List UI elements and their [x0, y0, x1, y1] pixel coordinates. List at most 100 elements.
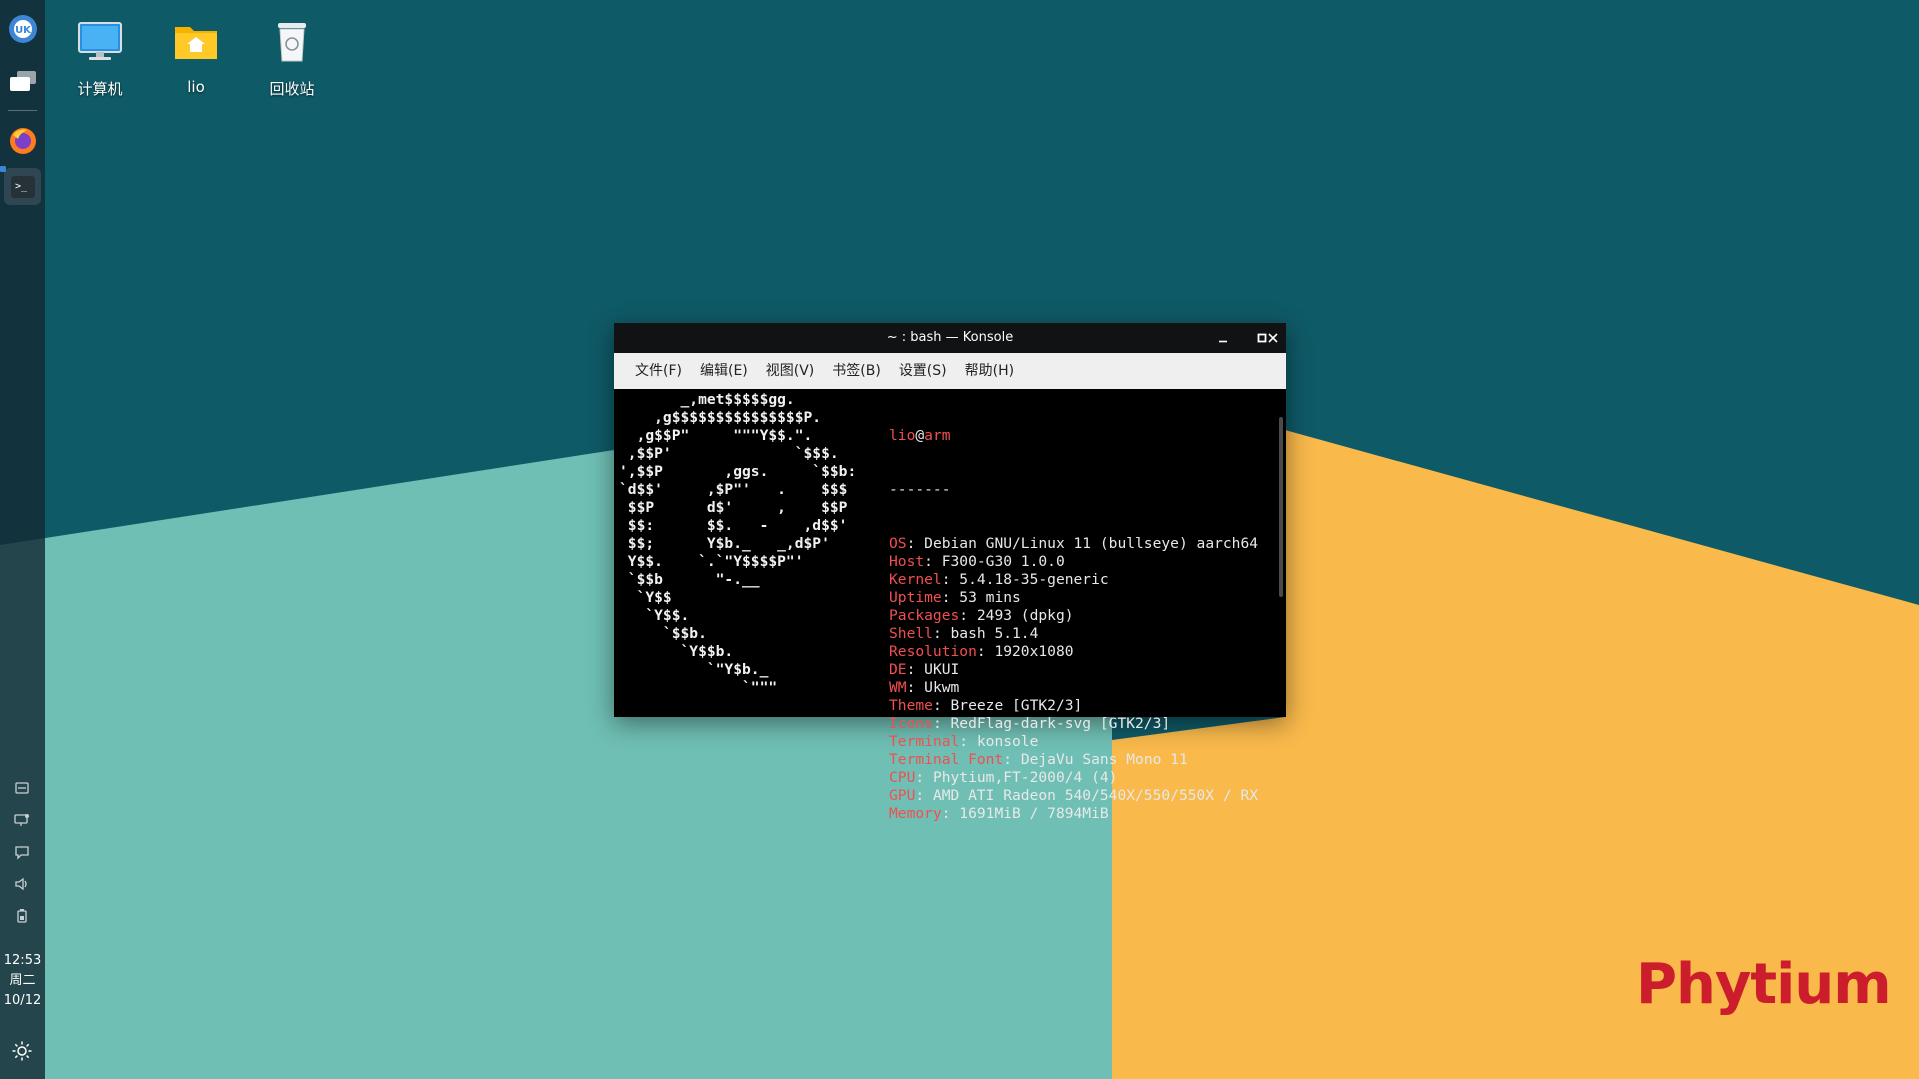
desktop-icon-label: 回收站: [269, 80, 315, 98]
computer-icon: [78, 22, 122, 60]
ascii-line: ,$$P' `$$$.: [619, 445, 839, 462]
trash-icon: [278, 23, 306, 62]
input-method-icon: [15, 782, 29, 794]
info-line: CPU: Phytium,FT-2000/4 (4): [889, 769, 1118, 786]
konsole-taskbar-item[interactable]: >_: [4, 168, 41, 205]
neofetch-info: lio@arm ------- OS: Debian GNU/Linux 11 …: [889, 391, 1258, 823]
close-button[interactable]: [1263, 328, 1283, 348]
at-sign: @: [915, 427, 925, 444]
info-key: Host: [889, 553, 925, 570]
info-value: DejaVu Sans Mono 11: [1020, 751, 1188, 768]
info-value: F300-G30 1.0.0: [941, 553, 1065, 570]
ascii-line: `Y$$.: [619, 607, 690, 624]
ascii-line: `d$$' ,$P"' . $$$: [619, 481, 848, 498]
multitask-view-button[interactable]: [4, 62, 41, 99]
info-line: Packages: 2493 (dpkg): [889, 607, 1074, 624]
info-key: CPU: [889, 769, 916, 786]
window-titlebar[interactable]: ~ : bash — Konsole: [614, 323, 1286, 353]
user-host-line: lio@arm: [889, 427, 1258, 445]
ascii-line: `""": [619, 679, 778, 696]
menu-file[interactable]: 文件(F): [626, 353, 691, 389]
user-name: lio: [889, 427, 916, 444]
ascii-line: `Y$$b.: [619, 643, 734, 660]
info-line: OS: Debian GNU/Linux 11 (bullseye) aarch…: [889, 535, 1259, 552]
info-value: 1691MiB / 7894MiB: [959, 805, 1109, 822]
terminal-scrollbar[interactable]: [1279, 417, 1283, 597]
notification-icon: [15, 846, 29, 860]
battery-button[interactable]: [12, 906, 32, 926]
input-method-button[interactable]: [12, 778, 32, 798]
info-key: Resolution: [889, 643, 977, 660]
clock-weekday: 周二: [9, 973, 36, 988]
panel-clock[interactable]: 12:53 周二 10/12: [0, 951, 45, 1011]
info-line: Terminal Font: DejaVu Sans Mono 11: [889, 751, 1188, 768]
info-value: bash 5.1.4: [950, 625, 1039, 642]
volume-button[interactable]: [12, 874, 32, 894]
info-line: Terminal: konsole: [889, 733, 1039, 750]
clock-date: 10/12: [3, 993, 42, 1008]
menu-edit[interactable]: 编辑(E): [691, 353, 757, 389]
debian-ascii-logo: _,met$$$$$gg. ,g$$$$$$$$$$$$$$$P. ,g$$P"…: [619, 391, 856, 697]
konsole-taskbar-icon: >_: [10, 175, 35, 198]
menu-settings[interactable]: 设置(S): [890, 353, 956, 389]
info-value: Breeze [GTK2/3]: [950, 697, 1083, 714]
info-value: Ukwm: [924, 679, 960, 696]
info-line: WM: Ukwm: [889, 679, 960, 696]
firefox-launcher[interactable]: [4, 122, 41, 159]
info-line: DE: UKUI: [889, 661, 960, 678]
info-value: 53 mins: [959, 589, 1021, 606]
info-line: Host: F300-G30 1.0.0: [889, 553, 1065, 570]
panel-separator: [8, 110, 37, 111]
info-value: Phytium,FT-2000/4 (4): [932, 769, 1118, 786]
info-key: OS: [889, 535, 907, 552]
ascii-line: `"Y$b._: [619, 661, 769, 678]
start-menu-icon: UK: [8, 14, 37, 43]
desktop-icon-computer[interactable]: 计算机: [58, 14, 142, 99]
info-key: Terminal Font: [889, 751, 1004, 768]
konsole-window[interactable]: ~ : bash — Konsole 文件(F) 编辑(E) 视图(V) 书签(…: [614, 323, 1286, 822]
info-key: Terminal: [889, 733, 960, 750]
window-menubar: 文件(F) 编辑(E) 视图(V) 书签(B) 设置(S) 帮助(H): [614, 353, 1286, 389]
multitask-view-icon: [9, 70, 36, 91]
info-line: Resolution: 1920x1080: [889, 643, 1074, 660]
info-key: Theme: [889, 697, 933, 714]
menu-view[interactable]: 视图(V): [757, 353, 824, 389]
menu-help[interactable]: 帮助(H): [956, 353, 1023, 389]
info-value: RedFlag-dark-svg [GTK2/3]: [950, 715, 1171, 732]
ascii-line: ',$$P ,ggs. `$$b:: [619, 463, 857, 480]
desktop-icon-trash[interactable]: 回收站: [250, 14, 334, 99]
info-key: Uptime: [889, 589, 942, 606]
brightness-icon: [12, 1041, 32, 1061]
info-line: GPU: AMD ATI Radeon 540/540X/550/550X / …: [889, 787, 1259, 804]
side-panel: UK >_ 12:53 周二 10/12: [0, 0, 45, 1079]
info-key: Icons: [889, 715, 933, 732]
info-key: Packages: [889, 607, 960, 624]
info-line: Theme: Breeze [GTK2/3]: [889, 697, 1083, 714]
firefox-icon: [9, 127, 36, 154]
info-key: Kernel: [889, 571, 942, 588]
ascii-line: ,g$$$$$$$$$$$$$$$P.: [619, 409, 822, 426]
window-title: ~ : bash — Konsole: [886, 330, 1014, 345]
desktop-icon-home[interactable]: lio: [154, 14, 238, 96]
network-icon: [14, 814, 29, 826]
minimize-button[interactable]: [1213, 328, 1233, 348]
ascii-line: _,met$$$$$gg.: [619, 391, 795, 408]
terminal-area[interactable]: _,met$$$$$gg. ,g$$$$$$$$$$$$$$$P. ,g$$P"…: [614, 389, 1286, 822]
info-line: Shell: bash 5.1.4: [889, 625, 1039, 642]
notification-button[interactable]: [12, 842, 32, 862]
ascii-line: ,g$$P" """Y$$.".: [619, 427, 813, 444]
info-key: WM: [889, 679, 907, 696]
network-button[interactable]: [12, 810, 32, 830]
start-menu-button[interactable]: UK: [4, 10, 41, 47]
menu-bookmarks[interactable]: 书签(B): [823, 353, 890, 389]
info-value: AMD ATI Radeon 540/540X/550/550X / RX: [932, 787, 1259, 804]
info-value: Debian GNU/Linux 11 (bullseye) aarch64: [924, 535, 1259, 552]
close-icon: [1268, 333, 1278, 343]
ascii-line: `$$b "-.__: [619, 571, 760, 588]
phytium-logo: Phytium: [1636, 952, 1892, 1017]
info-line: Memory: 1691MiB / 7894MiB: [889, 805, 1109, 822]
info-value: 5.4.18-35-generic: [959, 571, 1109, 588]
night-mode-button[interactable]: [11, 1040, 33, 1062]
ascii-line: $$P d$' , $$P: [619, 499, 848, 516]
ascii-line: $$: $$. - ,d$$': [619, 517, 848, 534]
